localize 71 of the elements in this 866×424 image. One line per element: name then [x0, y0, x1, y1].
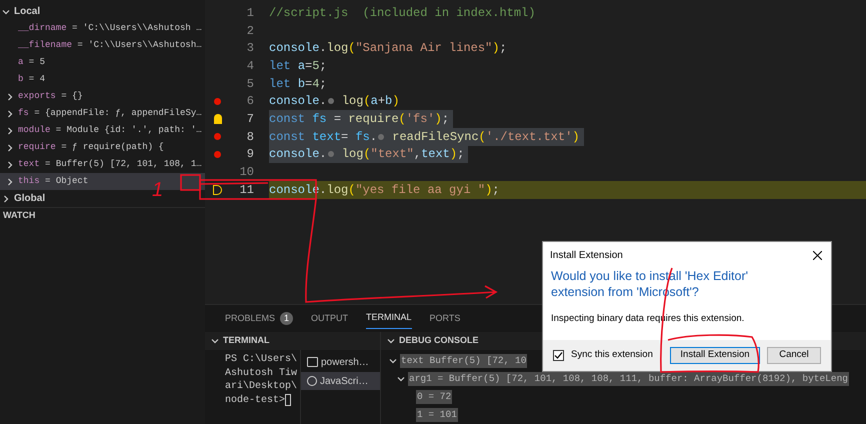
section-header[interactable]: Global	[2, 191, 46, 206]
terminal-session[interactable]: powersh…	[301, 353, 380, 371]
inline-breakpoint-icon[interactable]	[328, 98, 334, 104]
line-number: 3	[246, 40, 254, 58]
terminal-session[interactable]: JavaScri…	[301, 372, 380, 390]
close-icon[interactable]	[813, 250, 822, 260]
chevron-right-icon[interactable]	[6, 160, 14, 168]
panel-tab[interactable]: TERMINAL	[366, 308, 412, 328]
variable-row[interactable]: __dirname = 'C:\\Users\\Ashutosh …	[0, 20, 205, 37]
line-number: 11	[238, 182, 254, 199]
chevron-right-icon[interactable]	[6, 178, 14, 186]
variable-row[interactable]: text = Buffer(5) [72, 101, 108, 1…	[0, 156, 205, 173]
panel-tab[interactable]: PROBLEMS 1	[225, 308, 294, 328]
console-output[interactable]: arg1 = Buffer(5) [72, 101, 108, 108, 111, buffer: ArrayBuffer(8192), byteLeng	[408, 372, 849, 386]
chevron-down-icon[interactable]	[211, 337, 219, 345]
line-number: 8	[246, 128, 254, 146]
text-cursor-icon	[285, 394, 292, 406]
chevron-down-icon[interactable]	[2, 8, 10, 16]
terminal-icon	[307, 357, 318, 367]
chevron-right-icon[interactable]	[6, 144, 14, 152]
line-number: 1	[246, 4, 254, 22]
terminal-line: Ashutosh Tiw	[225, 366, 298, 380]
chevron-down-icon[interactable]	[397, 375, 405, 383]
panel-tab[interactable]: OUTPUT	[311, 308, 348, 328]
checkbox-label: Sync this extension	[571, 348, 653, 362]
chevron-right-icon[interactable]	[2, 194, 10, 202]
section-header[interactable]: TERMINAL	[205, 332, 380, 350]
breakpoint-icon[interactable]	[214, 150, 221, 158]
section-header[interactable]: Local	[2, 4, 40, 19]
variable-row[interactable]: b = 4	[0, 71, 205, 88]
code-line: //script.js (included in index.html)	[269, 4, 536, 22]
code-line: console.log("Sanjana Air lines");	[269, 40, 508, 58]
dialog-title: Install Extension	[550, 248, 623, 262]
variable-row[interactable]: a = 5	[0, 54, 205, 71]
bug-icon	[307, 376, 317, 386]
code-line: let a=5;	[269, 58, 328, 75]
breakpoint-icon[interactable]	[214, 133, 221, 140]
lightbulb-icon[interactable]	[214, 114, 222, 124]
variable-row[interactable]: require = ƒ require(path) {	[0, 139, 205, 156]
line-number: 2	[246, 22, 254, 40]
code-line: console. log(a+b)	[269, 93, 400, 110]
chevron-down-icon[interactable]	[389, 357, 397, 365]
chevron-right-icon[interactable]	[6, 126, 14, 134]
variable-row[interactable]: module = Module {id: '.', path: '…	[0, 122, 205, 139]
line-number: 10	[238, 164, 254, 182]
line-number: 4	[246, 58, 254, 75]
console-output[interactable]: text Buffer(5) [72, 10	[400, 354, 528, 368]
chevron-right-icon[interactable]	[6, 92, 14, 100]
line-number: 6	[246, 93, 254, 110]
terminal-line: ari\Desktop\	[225, 380, 298, 394]
terminal-line: PS C:\Users\	[225, 353, 298, 366]
variable-row[interactable]: __filename = 'C:\\Users\\Ashutosh…	[0, 37, 205, 54]
console-output[interactable]: 1 = 101	[416, 408, 458, 422]
variable-row[interactable]: fs = {appendFile: ƒ, appendFileSy…	[0, 105, 205, 122]
variable-row[interactable]: exports = {}	[0, 88, 205, 105]
chevron-down-icon[interactable]	[387, 337, 395, 345]
dialog-button[interactable]: Cancel	[767, 347, 821, 364]
code-line: let b=4;	[269, 76, 328, 92]
annotation-line	[200, 182, 268, 185]
panel-tab[interactable]: PORTS	[430, 308, 460, 328]
line-number: 5	[246, 76, 254, 93]
line-number: 9	[246, 146, 254, 164]
line-number: 7	[246, 110, 254, 128]
watch-header[interactable]: WATCH	[0, 207, 205, 221]
count-badge: 1	[280, 312, 294, 325]
console-output[interactable]: 0 = 72	[416, 390, 452, 404]
checkbox[interactable]	[553, 350, 564, 361]
dialog-button[interactable]: Install Extension	[670, 347, 760, 364]
chevron-right-icon[interactable]	[6, 110, 14, 118]
breakpoint-icon[interactable]	[214, 98, 221, 105]
terminal-line: node-test>	[225, 394, 286, 407]
